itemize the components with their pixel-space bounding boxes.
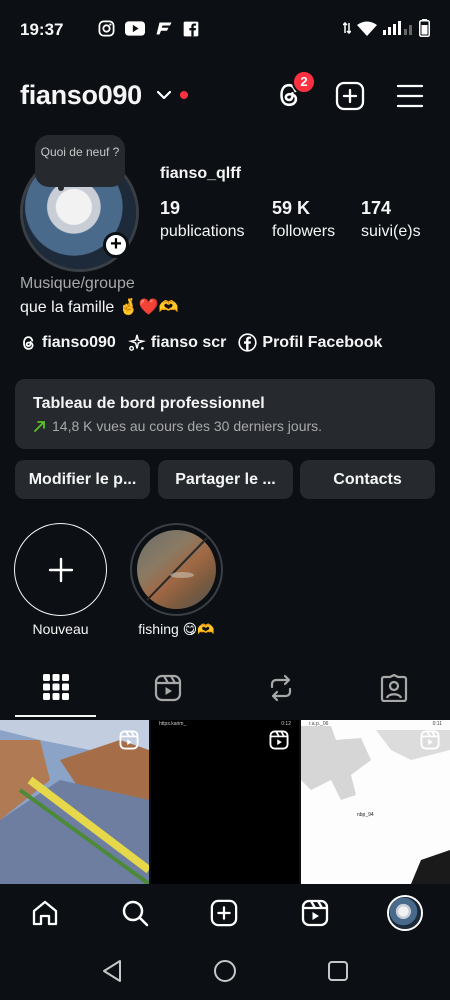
- stat-posts-label: publications: [160, 223, 245, 240]
- profile-links: fianso090 fianso scr Profil Facebook: [20, 333, 382, 352]
- fishing-rod-graphic: [146, 537, 208, 601]
- scr-link[interactable]: fianso scr: [127, 333, 227, 352]
- nav-home[interactable]: [31, 899, 59, 927]
- grid-post-2-time: 0:12: [281, 721, 291, 727]
- home-circle-icon[interactable]: [213, 959, 237, 983]
- add-story-button[interactable]: +: [103, 232, 129, 258]
- nav-search[interactable]: [121, 899, 149, 927]
- dashboard-title: Tableau de bord professionnel: [33, 395, 265, 412]
- threads-badge: 2: [292, 70, 316, 94]
- highlight-fishing[interactable]: [130, 523, 223, 616]
- grid-post-3[interactable]: r.a.p._06 0:11 nbp_94: [301, 720, 450, 884]
- profile-handle: fianso_qlff: [160, 165, 241, 182]
- stat-followers-label: followers: [272, 223, 336, 240]
- tab-reels[interactable]: [154, 674, 182, 702]
- facebook-icon: [238, 333, 258, 352]
- recents-icon[interactable]: [327, 960, 349, 982]
- reels-tab-icon: [154, 674, 182, 702]
- profile-category: Musique/groupe: [20, 275, 135, 292]
- reels-icon: [301, 899, 329, 927]
- threads-link-label: fianso090: [42, 333, 116, 351]
- status-time: 19:37: [20, 20, 64, 39]
- menu-icon: [396, 84, 424, 108]
- grid-icon: [43, 674, 69, 700]
- active-tab-indicator: [15, 715, 96, 717]
- home-icon: [32, 900, 58, 926]
- instagram-notif-icon: [98, 20, 115, 37]
- reel-indicator-icon: [420, 730, 440, 750]
- chevron-down-icon[interactable]: [156, 88, 172, 102]
- app-notif-icon: [156, 22, 172, 35]
- add-post-button[interactable]: [335, 81, 365, 111]
- highlight-fishing-cover: [137, 530, 216, 609]
- grid-post-1[interactable]: [0, 720, 149, 884]
- dashboard-subtitle-row: 14,8 K vues au cours des 30 derniers jou…: [33, 418, 417, 434]
- note-tail: [58, 185, 64, 191]
- menu-button[interactable]: [396, 83, 424, 109]
- tab-grid[interactable]: [43, 674, 69, 700]
- facebook-link-label: Profil Facebook: [262, 333, 383, 351]
- threads-link[interactable]: fianso090: [20, 334, 116, 352]
- reel-indicator-icon: [119, 730, 139, 750]
- stat-posts-value: 19: [160, 198, 181, 218]
- search-icon: [122, 900, 149, 927]
- reposts-icon: [270, 674, 292, 702]
- wifi-icon: [357, 21, 377, 36]
- threads-small-icon: [23, 335, 34, 350]
- nav-profile[interactable]: [387, 895, 423, 931]
- signal-icon: [383, 21, 412, 35]
- stat-followers[interactable]: 59 K followers: [272, 198, 335, 241]
- notification-dot: [180, 91, 188, 99]
- scr-link-label: fianso scr: [150, 333, 227, 351]
- status-bar: 19:37: [0, 0, 450, 58]
- facebook-link[interactable]: Profil Facebook: [238, 333, 382, 352]
- note-bubble[interactable]: Quoi de neuf ?: [35, 135, 125, 187]
- youtube-notif-icon: [125, 21, 145, 36]
- highlight-fishing-label: fishing 😋🫶: [138, 621, 215, 637]
- new-highlight-button[interactable]: [14, 523, 107, 616]
- tagged-icon: [380, 674, 408, 702]
- add-post-icon: [335, 81, 365, 111]
- contacts-button[interactable]: Contacts: [300, 460, 435, 499]
- share-profile-button[interactable]: Partager le ...: [158, 460, 293, 499]
- tab-tagged[interactable]: [380, 674, 408, 702]
- create-icon: [210, 899, 238, 927]
- stat-following[interactable]: 174 suivi(e)s: [361, 198, 421, 241]
- trend-up-icon: [34, 420, 45, 432]
- nav-create[interactable]: [210, 899, 238, 927]
- stat-posts[interactable]: 19 publications: [160, 198, 245, 241]
- grid-post-2[interactable]: https.karim_ 0:12: [151, 720, 299, 884]
- system-icons: [343, 19, 430, 37]
- tab-reposts[interactable]: [267, 674, 295, 702]
- profile-username: fianso090: [20, 80, 142, 110]
- note-text: Quoi de neuf ?: [40, 145, 120, 159]
- notification-icons: [98, 20, 199, 37]
- nav-reels[interactable]: [301, 899, 329, 927]
- new-highlight-label: Nouveau: [32, 621, 89, 637]
- back-icon[interactable]: [100, 959, 124, 983]
- reel-indicator-icon: [269, 730, 289, 750]
- stat-following-value: 174: [361, 198, 392, 218]
- profile-avatar-small: [389, 897, 421, 929]
- edit-profile-button[interactable]: Modifier le p...: [15, 460, 150, 499]
- account-switcher[interactable]: fianso090: [20, 80, 142, 111]
- grid-post-3-inner-text: nbp_94: [357, 812, 374, 818]
- battery-icon: [419, 19, 430, 37]
- sparkle-link-icon: [127, 334, 146, 351]
- bottom-navigation: [0, 884, 450, 942]
- grid-post-2-caption: https.karim_: [159, 721, 187, 727]
- professional-dashboard[interactable]: Tableau de bord professionnel 14,8 K vue…: [15, 379, 435, 449]
- stat-followers-value: 59 K: [272, 198, 311, 218]
- stat-following-label: suivi(e)s: [361, 223, 421, 240]
- profile-bio: que la famille 🤞❤️🫶: [20, 299, 179, 316]
- data-arrows-icon: [343, 22, 351, 34]
- system-navigation: [0, 942, 450, 1000]
- facebook-notif-icon: [183, 21, 199, 36]
- plus-icon: [48, 557, 74, 583]
- dashboard-subtitle: 14,8 K vues au cours des 30 derniers jou…: [52, 418, 323, 434]
